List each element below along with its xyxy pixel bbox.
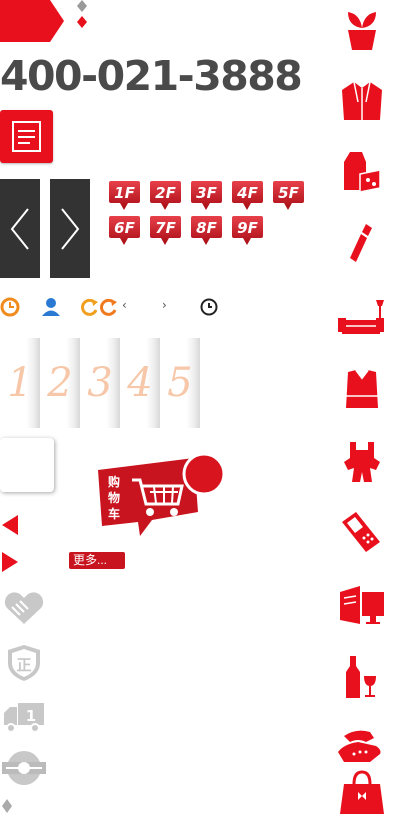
- baby-overalls-icon[interactable]: [336, 438, 388, 486]
- empty-card: [0, 438, 54, 492]
- hotline-phone-number: 400-021-3888: [0, 52, 303, 100]
- number-tab-1[interactable]: 1: [0, 338, 40, 428]
- document-button[interactable]: [0, 110, 53, 163]
- handshake-icon: [4, 592, 44, 624]
- authentic-icon: 正: [8, 645, 40, 681]
- number-tab-3[interactable]: 3: [80, 338, 120, 428]
- floor-badge-6f[interactable]: 6F: [108, 214, 141, 246]
- floor-badge-label: 4F: [236, 184, 258, 202]
- wine-icon[interactable]: [336, 654, 388, 702]
- telephone-icon[interactable]: [336, 722, 388, 770]
- floor-badge-4f[interactable]: 4F: [231, 179, 264, 211]
- chevron-right-icon: [61, 208, 80, 250]
- diamonds-decoration: [77, 0, 87, 28]
- number-tab-4[interactable]: 4: [120, 338, 160, 428]
- cart-label: 购物车: [108, 475, 121, 521]
- triangle-right-icon[interactable]: [0, 551, 20, 573]
- red-banner-shape: [0, 0, 64, 42]
- milk-cheese-icon[interactable]: [336, 148, 388, 196]
- svg-text:正: 正: [16, 656, 31, 674]
- floor-badge-9f[interactable]: 9F: [231, 214, 264, 246]
- small-chevron-left-icon[interactable]: ‹: [122, 298, 127, 312]
- floor-badge-label: 5F: [278, 184, 299, 202]
- lipstick-icon[interactable]: [336, 220, 388, 268]
- floor-badge-8f[interactable]: 8F: [190, 214, 223, 246]
- shopping-cart-button[interactable]: 购物车: [94, 452, 226, 538]
- clock-icon[interactable]: [198, 296, 220, 318]
- document-icon: [12, 121, 41, 152]
- small-chevron-right-icon[interactable]: ›: [162, 298, 167, 312]
- more-link[interactable]: 更多...: [69, 552, 125, 569]
- floor-badge-label: 2F: [155, 184, 176, 202]
- small-diamond-icon: [2, 799, 12, 813]
- svg-text:1: 1: [26, 707, 36, 725]
- express-logo-icon: [2, 751, 46, 785]
- triangle-left-icon[interactable]: [0, 514, 20, 536]
- floor-badge-5f[interactable]: 5F: [272, 179, 305, 211]
- number-tab-5[interactable]: 5: [160, 338, 200, 428]
- refresh-icon-2[interactable]: [98, 296, 120, 318]
- prev-arrow-button[interactable]: [0, 179, 40, 278]
- next-arrow-button[interactable]: [50, 179, 90, 278]
- number-tab-2[interactable]: 2: [40, 338, 80, 428]
- clock-orange-icon[interactable]: [0, 296, 22, 318]
- floor-badge-label: 3F: [196, 184, 217, 202]
- handbag-icon[interactable]: [336, 770, 388, 818]
- truck-icon: 1: [4, 703, 44, 733]
- top-shirt-icon[interactable]: [336, 366, 388, 414]
- floor-badge-label: 7F: [155, 219, 176, 237]
- user-icon[interactable]: [40, 296, 62, 318]
- plant-pot-icon[interactable]: [336, 6, 388, 54]
- floor-badge-7f[interactable]: 7F: [149, 214, 182, 246]
- computer-icon[interactable]: [336, 582, 388, 630]
- floor-badge-3f[interactable]: 3F: [190, 179, 223, 211]
- floor-badge-2f[interactable]: 2F: [149, 179, 182, 211]
- floor-badge-label: 9F: [237, 219, 258, 237]
- floor-badge-label: 6F: [114, 219, 135, 237]
- jacket-icon[interactable]: [336, 78, 388, 126]
- floor-badge-label: 8F: [196, 219, 217, 237]
- mobile-phone-icon[interactable]: [336, 508, 388, 556]
- chevron-left-icon: [10, 208, 29, 250]
- floor-badge-label: 1F: [114, 184, 135, 202]
- floor-badge-1f[interactable]: 1F: [108, 179, 141, 211]
- sofa-lamp-icon[interactable]: [336, 296, 388, 344]
